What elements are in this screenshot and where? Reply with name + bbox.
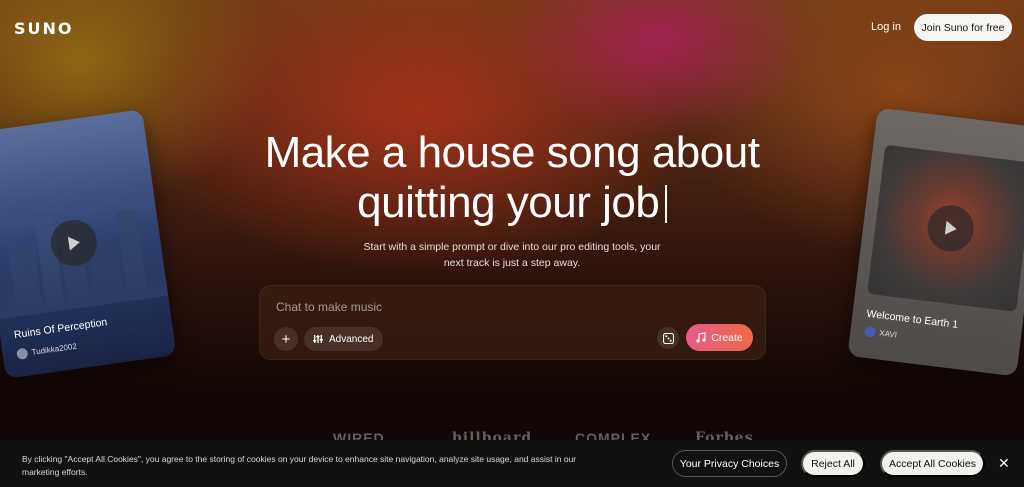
advanced-label: Advanced [329, 333, 374, 345]
music-note-icon [696, 332, 706, 343]
hero-title-line1: Make a house song about [264, 128, 760, 177]
create-button[interactable]: Create [686, 324, 753, 351]
hero-title-line2: quitting your job [357, 178, 660, 227]
card-song-title: Ruins Of Perception [13, 316, 109, 342]
avatar [863, 325, 877, 338]
text-caret [665, 185, 667, 223]
chat-box: + Advanced Create [259, 285, 766, 360]
accept-all-cookies-button[interactable]: Accept All Cookies [880, 450, 985, 477]
dice-icon [662, 332, 674, 344]
suno-logo[interactable]: SUNO [14, 19, 74, 38]
advanced-button[interactable]: Advanced [304, 327, 384, 351]
cookie-banner: By clicking "Accept All Cookies", you ag… [0, 440, 1024, 487]
card-artist-name: Tudikka2002 [31, 341, 78, 357]
privacy-choices-button[interactable]: Your Privacy Choices [672, 450, 787, 477]
add-button[interactable]: + [274, 327, 298, 351]
dice-button[interactable] [657, 327, 679, 349]
create-label: Create [711, 331, 743, 344]
card-artist: XAVI [863, 325, 898, 341]
login-link[interactable]: Log in [871, 21, 901, 33]
chat-input[interactable] [276, 300, 746, 314]
close-icon[interactable]: ✕ [998, 455, 1010, 472]
card-artist: Tudikka2002 [16, 341, 77, 360]
avatar [16, 347, 29, 360]
card-artist-name: XAVI [878, 328, 898, 340]
sliders-icon [313, 335, 323, 343]
cookie-text: By clicking "Accept All Cookies", you ag… [22, 454, 577, 477]
reject-all-button[interactable]: Reject All [801, 450, 865, 477]
join-button[interactable]: Join Suno for free [914, 14, 1012, 41]
hero-title: Make a house song about quitting your jo… [0, 128, 1024, 228]
hero-subtitle: Start with a simple prompt or dive into … [363, 241, 661, 269]
